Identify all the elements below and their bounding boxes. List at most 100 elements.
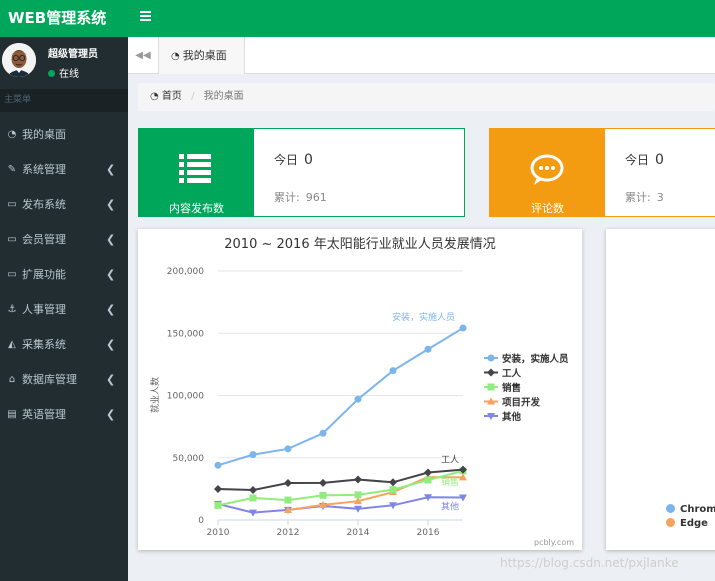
top-navbar <box>128 0 715 37</box>
legend-item[interactable]: Chrome <box>666 504 715 515</box>
today-label: 今日 <box>625 153 650 167</box>
data-point <box>389 478 397 487</box>
legend-label: Chrome <box>680 504 715 515</box>
tab-label: 我的桌面 <box>182 49 227 62</box>
data-label: 工人 <box>441 455 459 466</box>
info-box-label: 评论数 <box>531 202 564 215</box>
y-tick-label: 0 <box>198 516 204 526</box>
sidebar-item-label: 扩展功能 <box>22 268 66 281</box>
legend-label[interactable]: 其他 <box>502 411 522 423</box>
watermark: https://blog.csdn.net/pxjlanke <box>500 556 679 570</box>
bank-icon: ⌂ <box>8 374 16 385</box>
card-icon: ▭ <box>7 199 17 210</box>
tab-strip: ◀◀ ◔ 我的桌面 <box>128 37 715 74</box>
sidebar-item-7[interactable]: ⌂ 数据库管理 ❮ <box>0 362 128 397</box>
sidebar: 超级管理员 在线 主菜单 ◔ 我的桌面 ✎ 系统管理 ❮ ▭ 发布系统 ❮ ▭ 会员管理 ❮ ▭ 扩展功… <box>0 37 128 581</box>
today-label: 今日 <box>274 153 299 167</box>
hdd-icon: ▭ <box>7 269 17 280</box>
sidebar-item-label: 会员管理 <box>22 233 66 246</box>
online-status-icon <box>48 70 55 77</box>
user-status-label: 在线 <box>59 69 79 80</box>
legend-label[interactable]: 项目开发 <box>502 397 541 409</box>
newspaper-icon: ▤ <box>7 409 17 420</box>
area-chart-icon: ◭ <box>8 339 16 350</box>
x-tick-label: 2014 <box>347 528 370 538</box>
data-point <box>389 367 397 375</box>
data-point <box>249 451 257 459</box>
info-box-label: 内容发布数 <box>169 202 224 215</box>
x-tick-label: 2010 <box>207 528 230 538</box>
dashboard-icon: ◔ <box>150 91 159 102</box>
data-point <box>249 494 257 502</box>
info-box-icon-area: 内容发布数 <box>139 129 254 216</box>
data-point <box>354 475 362 484</box>
today-value: 0 <box>655 152 664 168</box>
y-axis-label: 就业人数 <box>149 377 161 413</box>
data-point <box>284 478 292 487</box>
sidebar-item-3[interactable]: ▭ 会员管理 ❮ <box>0 222 128 257</box>
breadcrumb-separator: / <box>191 91 195 102</box>
legend-label: Edge <box>680 518 708 529</box>
chevron-left-icon: ❮ <box>106 233 116 246</box>
sidebar-item-label: 数据库管理 <box>22 373 77 386</box>
total-label: 累计: <box>625 191 651 204</box>
data-point <box>424 468 432 477</box>
tab-scroll-left-icon[interactable]: ◀◀ <box>128 37 159 74</box>
total-label: 累计: <box>274 191 300 204</box>
sidebar-item-label: 采集系统 <box>22 338 66 351</box>
sidebar-item-5[interactable]: ⚓ 人事管理 ❮ <box>0 292 128 327</box>
app-logo[interactable]: WEB管理系统 <box>0 0 128 37</box>
chevron-left-icon: ❮ <box>106 373 116 386</box>
chevron-left-icon: ❮ <box>106 268 116 281</box>
sidebar-toggle-icon[interactable] <box>140 11 151 25</box>
total-value: 961 <box>305 191 327 204</box>
y-tick-label: 50,000 <box>173 454 205 464</box>
sidebar-item-0[interactable]: ◔ 我的桌面 <box>0 117 128 152</box>
sidebar-item-8[interactable]: ▤ 英语管理 ❮ <box>0 397 128 432</box>
data-point <box>214 461 222 469</box>
info-box-comments[interactable]: 评论数 今日 0 累计: 3 <box>489 128 715 217</box>
tab-dashboard[interactable]: ◔ 我的桌面 <box>159 37 245 74</box>
chevron-left-icon: ❮ <box>106 338 116 351</box>
breadcrumb: ◔ 首页 / 我的桌面 <box>138 83 715 111</box>
id-card-icon: ▭ <box>7 234 17 245</box>
y-tick-label: 200,000 <box>167 267 204 277</box>
legend-label[interactable]: 工人 <box>502 368 522 380</box>
legend-item[interactable]: Edge <box>666 518 708 529</box>
chevron-left-icon: ❮ <box>106 163 116 176</box>
browser-chart-panel: Chrome Edge <box>606 229 715 550</box>
data-point <box>319 429 327 437</box>
legend-dot <box>666 504 675 513</box>
employment-chart-panel: 2010 ~ 2016 年太阳能行业就业人员发展情况就业人数 0 50,000 100… <box>138 229 582 550</box>
legend-label[interactable]: 安装，实施人员 <box>502 353 569 365</box>
y-tick-label: 100,000 <box>167 392 204 402</box>
chevron-left-icon: ❮ <box>106 198 116 211</box>
breadcrumb-home[interactable]: 首页 <box>162 91 182 102</box>
sidebar-item-1[interactable]: ✎ 系统管理 ❮ <box>0 152 128 187</box>
legend-marker <box>487 368 495 377</box>
x-tick-label: 2016 <box>417 528 440 538</box>
data-label: 其他 <box>441 500 459 512</box>
info-box-content[interactable]: 内容发布数 今日 0 累计: 961 <box>138 128 465 217</box>
data-point <box>424 476 432 484</box>
breadcrumb-current: 我的桌面 <box>203 91 244 102</box>
sidebar-item-label: 我的桌面 <box>22 128 66 141</box>
user-name: 超级管理员 <box>48 49 98 60</box>
sidebar-item-4[interactable]: ▭ 扩展功能 ❮ <box>0 257 128 292</box>
today-value: 0 <box>304 152 313 168</box>
data-point <box>319 478 327 487</box>
wrench-icon: ✎ <box>7 164 17 175</box>
user-avatar <box>2 43 36 77</box>
dashboard-icon: ◔ <box>171 51 180 62</box>
info-box-total: 累计: 3 <box>625 189 664 205</box>
chart-credit[interactable]: pcbly.com <box>534 538 574 547</box>
sidebar-item-6[interactable]: ◭ 采集系统 ❮ <box>0 327 128 362</box>
chart-title: 2010 ~ 2016 年太阳能行业就业人员发展情况 <box>224 236 495 252</box>
data-point <box>214 484 222 493</box>
sidebar-item-2[interactable]: ▭ 发布系统 ❮ <box>0 187 128 222</box>
sidebar-item-label: 系统管理 <box>22 163 66 176</box>
info-box-total: 累计: 961 <box>274 189 327 205</box>
info-box-today: 今日 0 <box>625 151 664 168</box>
legend-label[interactable]: 销售 <box>502 382 521 394</box>
sidebar-item-label: 发布系统 <box>22 198 66 211</box>
